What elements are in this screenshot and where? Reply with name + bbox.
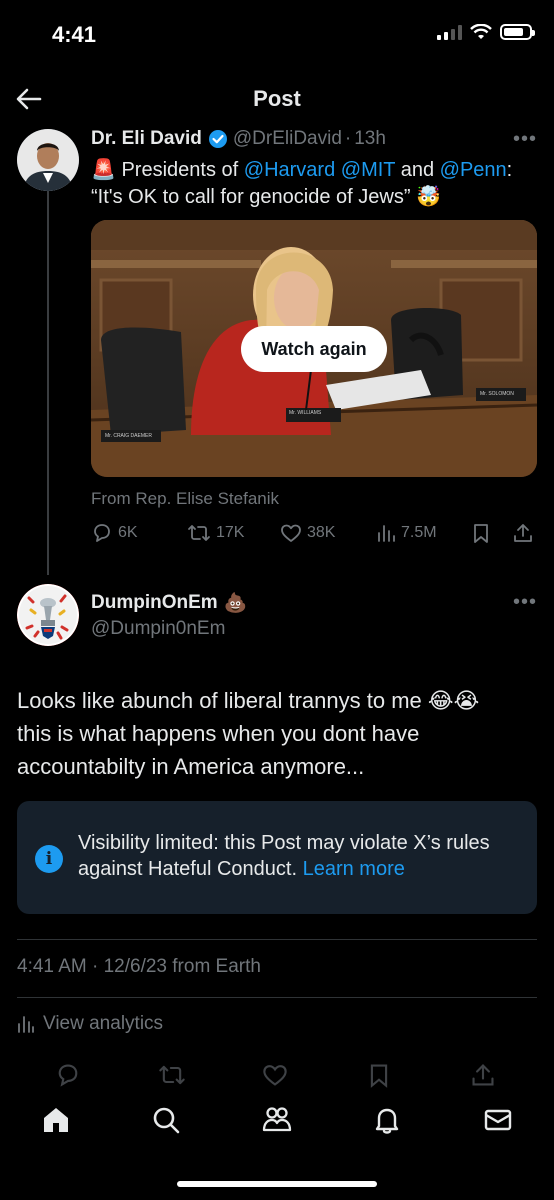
post-time: 13h xyxy=(354,128,386,149)
views-icon xyxy=(378,525,395,542)
learn-more-link[interactable]: Learn more xyxy=(303,858,405,880)
bookmark-button[interactable] xyxy=(471,522,491,544)
nameplate-label: Mr. SOLOMON xyxy=(480,391,514,397)
reply-icon[interactable] xyxy=(55,1062,81,1088)
reply-icon xyxy=(94,524,110,542)
bottom-tab-bar xyxy=(0,1092,554,1200)
share-button[interactable] xyxy=(512,522,534,544)
views-count: 7.5M xyxy=(401,524,437,541)
like-icon[interactable] xyxy=(262,1062,288,1088)
bookmark-icon[interactable] xyxy=(367,1062,391,1088)
more-icon[interactable]: ••• xyxy=(513,128,537,151)
detail-actions-bar xyxy=(0,1062,554,1092)
battery-icon xyxy=(500,24,535,40)
reply-count: 6K xyxy=(118,524,138,541)
reply-button[interactable]: 6K xyxy=(91,522,138,544)
share-icon[interactable] xyxy=(470,1062,496,1088)
visibility-notice-text: Visibility limited: this Post may violat… xyxy=(78,832,490,880)
divider xyxy=(17,939,537,940)
author-name[interactable]: DumpinOnEm xyxy=(91,592,218,614)
repost-icon xyxy=(188,525,210,541)
page-title: Post xyxy=(253,86,301,111)
status-icons xyxy=(437,24,535,40)
mind-blown-emoji: 🤯 xyxy=(416,186,441,208)
laughing-crying-emoji: 😂😭 xyxy=(427,688,480,713)
reply-handle-row: @Dumpin0nEm xyxy=(91,618,225,640)
post-text: 🚨 Presidents of @Harvard @MIT and @Penn:… xyxy=(91,159,513,208)
visibility-notice: i Visibility limited: this Post may viol… xyxy=(17,801,537,914)
nav-header: Post xyxy=(0,70,554,128)
post-author-row: Dr. Eli David @DrEliDavid · 13h xyxy=(91,128,386,150)
views-button[interactable]: 7.5M xyxy=(376,522,437,544)
author-name[interactable]: Dr. Eli David xyxy=(91,128,202,150)
messages-icon xyxy=(484,1109,512,1131)
watch-again-button[interactable]: Watch again xyxy=(241,326,387,372)
tab-communities[interactable] xyxy=(257,1100,297,1140)
video-media[interactable]: Mr. WILLIAMS Mr. CRAIG DAEMER Mr. SOLOMO… xyxy=(91,220,537,477)
communities-icon xyxy=(262,1107,292,1132)
author-handle[interactable]: @Dumpin0nEm xyxy=(91,618,225,640)
share-icon xyxy=(514,524,532,542)
info-icon: i xyxy=(35,845,63,873)
tab-notifications[interactable] xyxy=(367,1100,407,1140)
tab-messages[interactable] xyxy=(478,1100,518,1140)
avatar[interactable] xyxy=(17,584,79,646)
alarm-emoji: 🚨 xyxy=(91,159,116,181)
tab-home[interactable] xyxy=(36,1100,76,1140)
status-time: 4:41 xyxy=(52,22,97,47)
status-bar: 4:41 xyxy=(0,0,554,70)
view-analytics-link[interactable]: View analytics xyxy=(17,1013,163,1035)
mention-link[interactable]: @Harvard xyxy=(244,159,335,181)
thread-connector-line xyxy=(47,190,49,575)
divider xyxy=(17,997,537,998)
home-indicator xyxy=(177,1181,377,1187)
reply-author-row: DumpinOnEm 💩 xyxy=(91,591,247,615)
repost-icon[interactable] xyxy=(158,1062,186,1088)
tab-search[interactable] xyxy=(146,1100,186,1140)
home-icon xyxy=(44,1108,68,1132)
nameplate-label: Mr. WILLIAMS xyxy=(289,410,322,416)
media-source-label[interactable]: From Rep. Elise Stefanik xyxy=(91,489,279,509)
like-count: 38K xyxy=(307,524,336,541)
repost-count: 17K xyxy=(216,524,245,541)
verified-icon xyxy=(208,130,227,148)
repost-button[interactable]: 17K xyxy=(187,522,244,544)
time-separator: · xyxy=(344,128,352,149)
cellular-signal-icon xyxy=(437,24,462,40)
wifi-icon xyxy=(470,24,492,39)
analytics-icon xyxy=(18,1016,34,1033)
author-handle[interactable]: @DrEliDavid xyxy=(233,128,342,150)
like-button[interactable]: 38K xyxy=(280,522,335,544)
avatar[interactable] xyxy=(17,129,79,191)
search-icon xyxy=(153,1107,180,1134)
like-icon xyxy=(281,524,301,542)
more-icon[interactable]: ••• xyxy=(513,591,537,614)
mention-link[interactable]: @Penn xyxy=(440,159,507,181)
post-actions: 6K 17K 38K 7.5M xyxy=(91,522,537,552)
nameplate-label: Mr. CRAIG DAEMER xyxy=(105,433,152,439)
reply-text: Looks like abunch of liberal trannys to … xyxy=(17,688,480,779)
poop-emoji: 💩 xyxy=(223,593,248,614)
bookmark-icon xyxy=(474,524,488,543)
notifications-icon xyxy=(375,1108,399,1134)
mention-link[interactable]: @MIT xyxy=(341,159,395,181)
post-timestamp: 4:41 AM · 12/6/23 from Earth xyxy=(17,956,261,977)
